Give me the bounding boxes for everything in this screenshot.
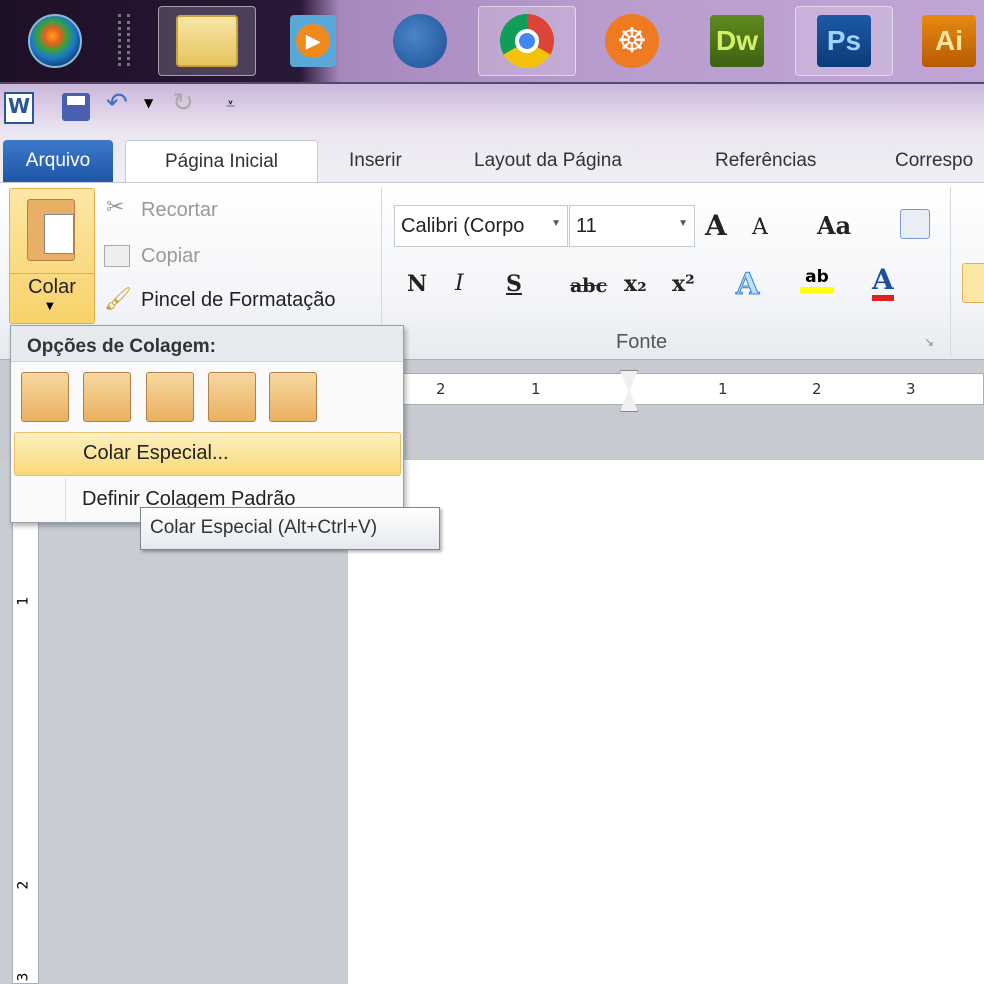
undo-dropdown-icon[interactable]: ▼ [144, 96, 153, 110]
grow-font-button[interactable]: A [705, 209, 727, 242]
ruler-label: 1 [531, 380, 541, 398]
bold-button[interactable]: N [407, 271, 427, 297]
underline-button[interactable]: S [506, 271, 522, 297]
font-dialog-launcher-icon[interactable]: ↘ [924, 335, 934, 349]
paste-options-menu: Opções de Colagem: Colar Especial... Def… [10, 325, 404, 523]
font-size-value: 11 [576, 215, 597, 237]
font-name-value: Calibri (Corpo [401, 215, 525, 237]
paste-link-keep-source-icon[interactable] [146, 372, 194, 422]
taskbar: ▶ ☸ Dw Ps Ai [0, 0, 984, 84]
strikethrough-button[interactable]: abc [570, 275, 607, 297]
ruler-label: 2 [15, 880, 32, 890]
tab-inserir[interactable]: Inserir [349, 140, 402, 182]
italic-button[interactable]: I [455, 271, 464, 296]
font-group-label: Fonte [616, 331, 668, 353]
start-button[interactable] [18, 6, 92, 76]
clipboard-icon [27, 199, 75, 261]
text-effects-button[interactable]: A [735, 267, 759, 303]
format-painter-button[interactable]: Pincel de Formatação [141, 289, 336, 312]
paste-special-menu-item[interactable]: Colar Especial... [14, 432, 401, 476]
redo-icon[interactable]: ↻ [172, 88, 194, 118]
tab-correspondencias[interactable]: Correspo [895, 140, 973, 182]
document-page[interactable] [348, 460, 984, 984]
tab-referencias[interactable]: Referências [715, 140, 816, 182]
firefox-icon [393, 14, 447, 68]
chrome-icon [500, 14, 554, 68]
font-color-button[interactable]: A [872, 265, 894, 301]
change-case-button[interactable]: Aa [817, 211, 851, 240]
paste-keep-source-icon[interactable] [21, 372, 69, 422]
undo-icon[interactable]: ↶ [106, 88, 128, 118]
indent-marker[interactable] [620, 370, 638, 412]
subscript-button[interactable]: x₂ [624, 271, 647, 297]
ruler-label: 3 [15, 972, 32, 982]
chevron-down-icon[interactable]: ▼ [678, 218, 688, 229]
group-divider [950, 187, 951, 357]
dreamweaver-icon: Dw [710, 15, 764, 67]
copy-icon [104, 245, 130, 267]
chevron-down-icon[interactable]: ▼ [551, 218, 561, 229]
paste-button[interactable]: Colar ▼ [9, 188, 95, 324]
paste-picture-icon[interactable] [269, 372, 317, 422]
ruler-label: 1 [718, 380, 728, 398]
windows-logo-icon [28, 14, 82, 68]
copy-button[interactable]: Copiar [141, 245, 200, 268]
align-left-button[interactable] [962, 263, 984, 303]
horizontal-ruler[interactable]: 2 1 1 2 3 [345, 370, 984, 412]
tab-layout-da-pagina[interactable]: Layout da Página [474, 140, 622, 182]
ruler-label: 2 [436, 380, 446, 398]
scissors-icon: ✂ [106, 195, 125, 220]
highlight-button[interactable]: ab [800, 267, 834, 293]
shrink-font-button[interactable]: A [752, 215, 768, 240]
tab-arquivo[interactable]: Arquivo [3, 140, 113, 182]
paste-options-header: Opções de Colagem: [11, 326, 403, 362]
ruler-label: 1 [15, 596, 32, 606]
paste-label: Colar [10, 273, 94, 299]
quick-access-toolbar: W ↶ ▼ ↻ ⩡ [0, 84, 984, 132]
chrome-button[interactable] [478, 6, 576, 76]
ship-wheel-icon: ☸ [605, 14, 659, 68]
photoshop-button[interactable]: Ps [795, 6, 893, 76]
tab-pagina-inicial[interactable]: Página Inicial [125, 140, 318, 183]
ruler-label: 2 [812, 380, 822, 398]
save-icon[interactable] [62, 93, 90, 121]
word-logo-icon[interactable]: W [4, 92, 34, 124]
photoshop-icon: Ps [817, 15, 871, 67]
vertical-ruler[interactable]: 1 2 3 [12, 460, 39, 984]
clear-formatting-icon[interactable] [900, 209, 930, 239]
illustrator-button[interactable]: Ai [912, 6, 984, 76]
superscript-button[interactable]: x² [672, 271, 695, 297]
helm-app-button[interactable]: ☸ [595, 6, 669, 76]
paste-merge-formatting-icon[interactable] [83, 372, 131, 422]
play-icon: ▶ [290, 15, 336, 67]
cut-button[interactable]: Recortar [141, 199, 218, 222]
folder-icon [176, 15, 238, 67]
media-player-button[interactable]: ▶ [276, 6, 350, 76]
dreamweaver-button[interactable]: Dw [700, 6, 774, 76]
tooltip: Colar Especial (Alt+Ctrl+V) [140, 507, 440, 550]
paste-dropdown-icon: ▼ [46, 301, 54, 312]
font-name-input[interactable]: Calibri (Corpo ▼ [394, 205, 568, 247]
illustrator-icon: Ai [922, 15, 976, 67]
font-size-input[interactable]: 11 ▼ [569, 205, 695, 247]
customize-qat-icon[interactable]: ⩡ [226, 94, 235, 114]
taskbar-grip [118, 14, 130, 66]
paste-link-merge-icon[interactable] [208, 372, 256, 422]
ribbon-tabs: Arquivo Página Inicial Inserir Layout da… [0, 132, 984, 183]
paintbrush-icon: 🖌 [104, 287, 132, 312]
ruler-label: 3 [906, 380, 916, 398]
file-explorer-button[interactable] [158, 6, 256, 76]
firefox-button[interactable] [383, 6, 457, 76]
